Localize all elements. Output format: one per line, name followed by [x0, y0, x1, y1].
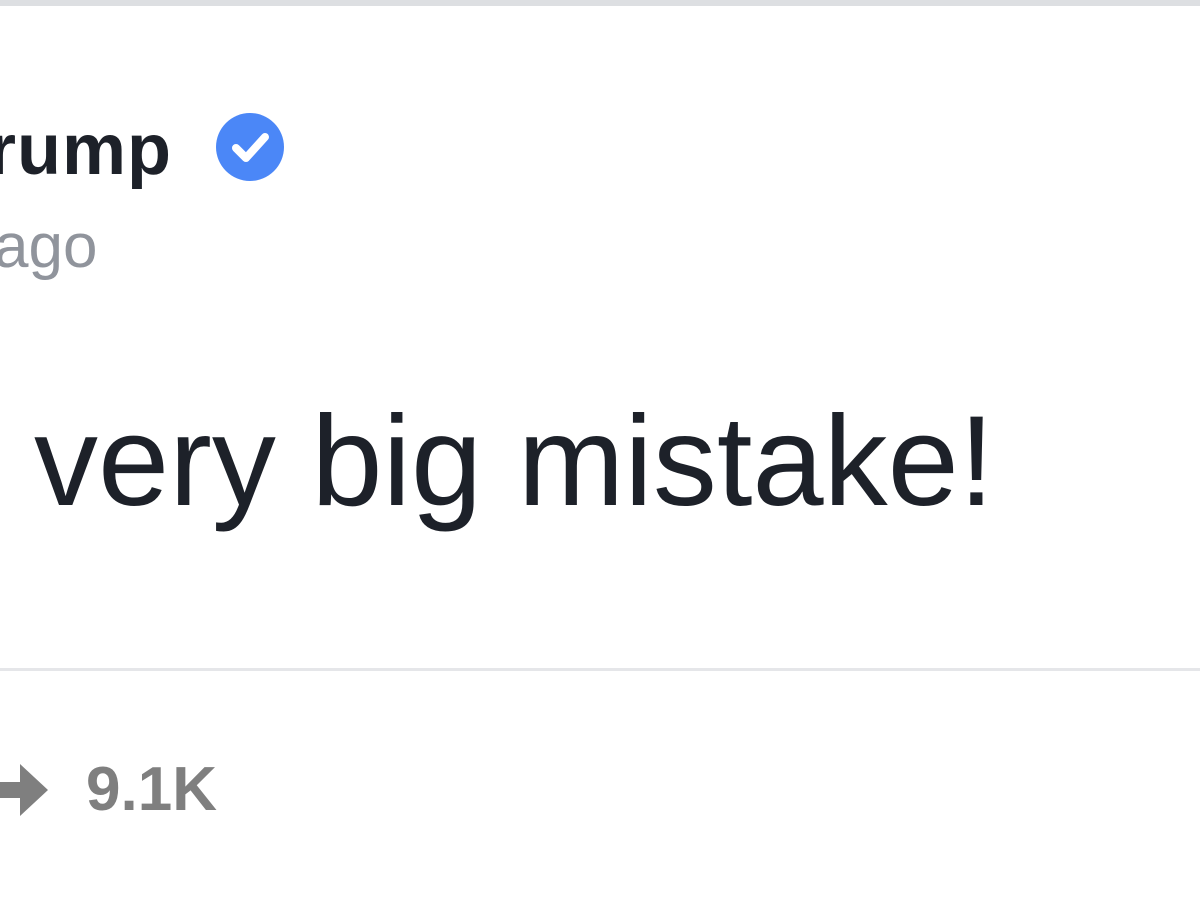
divider — [0, 668, 1200, 671]
post-card: rump ago very big mistake! 9.1K — [0, 6, 1200, 900]
share-count[interactable]: 9.1K — [86, 754, 217, 826]
verified-badge-icon — [216, 113, 284, 181]
author-name[interactable]: rump — [0, 108, 172, 192]
post-text: very big mistake! — [34, 390, 995, 533]
post-timestamp[interactable]: ago — [0, 212, 97, 282]
share-arrow-icon[interactable] — [0, 760, 50, 818]
